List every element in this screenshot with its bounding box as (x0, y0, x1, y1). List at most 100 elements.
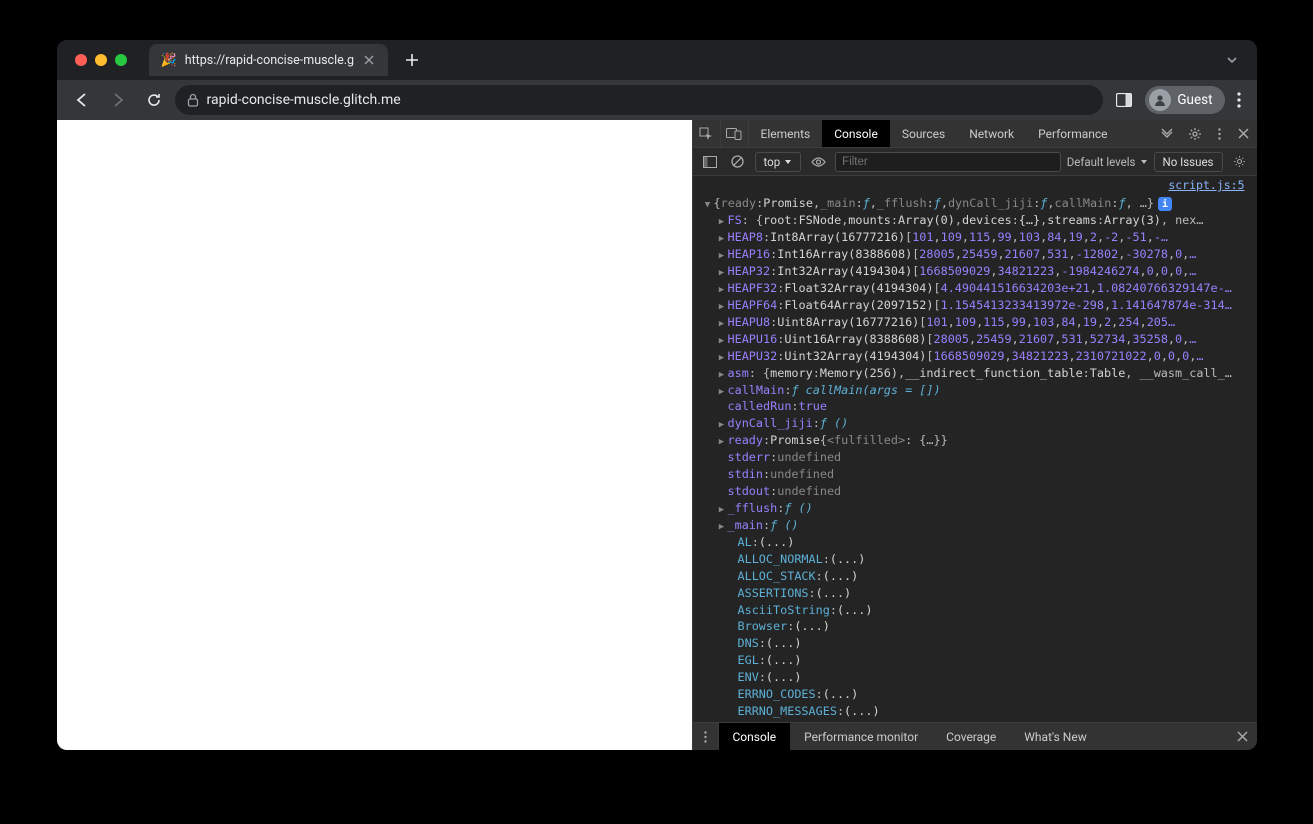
browser-toolbar: rapid-concise-muscle.glitch.me Guest (57, 80, 1257, 120)
issues-button[interactable]: No Issues (1154, 152, 1223, 172)
window-minimize[interactable] (95, 54, 107, 66)
side-panel-button[interactable] (1109, 85, 1139, 115)
disclosure-icon[interactable] (717, 230, 727, 246)
drawer-tab-perfmon[interactable]: Performance monitor (790, 723, 932, 750)
prop-ERRNO_MESSAGES[interactable]: ERRNO_MESSAGES: (...) (699, 704, 1257, 721)
tab-network[interactable]: Network (957, 120, 1026, 147)
prop-HEAP32[interactable]: HEAP32: Int32Array(4194304) [1668509029,… (699, 264, 1257, 281)
prop-stdout[interactable]: stdout: undefined (699, 484, 1257, 501)
drawer-menu-button[interactable] (693, 723, 719, 750)
prop-HEAPU32[interactable]: HEAPU32: Uint32Array(4194304) [166850902… (699, 348, 1257, 365)
prop-Browser[interactable]: Browser: (...) (699, 619, 1257, 636)
drawer-close-button[interactable] (1229, 723, 1257, 750)
object-summary[interactable]: {ready: Promise, _main: ƒ, _fflush: ƒ, d… (699, 196, 1257, 213)
prop-ready[interactable]: ready: Promise {<fulfilled>: {…}} (699, 433, 1257, 450)
prop-HEAP8[interactable]: HEAP8: Int8Array(16777216) [101, 109, 11… (699, 230, 1257, 247)
tab-performance[interactable]: Performance (1026, 120, 1119, 147)
context-selector[interactable]: top (755, 152, 802, 172)
tab-strip: 🎉 https://rapid-concise-muscle.g (57, 40, 1257, 80)
prop-FS[interactable]: FS: {root: FSNode, mounts: Array(0), dev… (699, 213, 1257, 230)
prop-HEAPF64[interactable]: HEAPF64: Float64Array(2097152) [1.154541… (699, 297, 1257, 314)
filter-input[interactable] (835, 152, 1061, 172)
prop-AsciiToString[interactable]: AsciiToString: (...) (699, 602, 1257, 619)
prop-ERRNO_CODES[interactable]: ERRNO_CODES: (...) (699, 687, 1257, 704)
prop-EGL[interactable]: EGL: (...) (699, 653, 1257, 670)
disclosure-icon[interactable] (717, 433, 727, 449)
tab-elements[interactable]: Elements (749, 120, 823, 147)
prop-asm[interactable]: asm: {memory: Memory(256), __indirect_fu… (699, 365, 1257, 382)
context-label: top (764, 155, 781, 169)
devtools-settings-button[interactable] (1181, 120, 1209, 147)
prop-dynCall_jiji[interactable]: dynCall_jiji: ƒ () (699, 416, 1257, 433)
tab-sources[interactable]: Sources (890, 120, 957, 147)
prop-AL[interactable]: AL: (...) (699, 534, 1257, 551)
prop-calledRun[interactable]: calledRun: true (699, 399, 1257, 416)
disclosure-icon[interactable] (717, 264, 727, 280)
window-zoom[interactable] (115, 54, 127, 66)
browser-tab[interactable]: 🎉 https://rapid-concise-muscle.g (149, 44, 389, 76)
prop-ENV[interactable]: ENV: (...) (699, 670, 1257, 687)
forward-button[interactable] (103, 85, 133, 115)
live-expression-button[interactable] (807, 151, 829, 173)
prop-DNS[interactable]: DNS: (...) (699, 636, 1257, 653)
prop-callMain[interactable]: callMain: ƒ callMain(args = []) (699, 382, 1257, 399)
disclosure-icon[interactable] (717, 315, 727, 331)
prop-_fflush[interactable]: _fflush: ƒ () (699, 501, 1257, 518)
more-tabs-button[interactable] (1153, 120, 1181, 147)
disclosure-icon[interactable] (717, 247, 727, 263)
prop-ASSERTIONS[interactable]: ASSERTIONS: (...) (699, 585, 1257, 602)
disclosure-icon[interactable] (717, 518, 727, 534)
disclosure-icon[interactable] (717, 332, 727, 348)
log-levels-dropdown[interactable]: Default levels (1067, 155, 1148, 169)
drawer-tab-whatsnew[interactable]: What's New (1010, 723, 1100, 750)
address-bar[interactable]: rapid-concise-muscle.glitch.me (175, 85, 1104, 115)
prop-HEAPU16[interactable]: HEAPU16: Uint16Array(8388608) [28005, 25… (699, 331, 1257, 348)
avatar-icon (1149, 89, 1171, 111)
prop-stdin[interactable]: stdin: undefined (699, 467, 1257, 484)
reload-button[interactable] (139, 85, 169, 115)
inspect-element-button[interactable] (693, 120, 721, 147)
favicon-icon: 🎉 (161, 53, 177, 68)
back-button[interactable] (67, 85, 97, 115)
drawer-tab-coverage[interactable]: Coverage (932, 723, 1010, 750)
profile-button[interactable]: Guest (1145, 86, 1224, 114)
new-tab-button[interactable] (398, 46, 426, 74)
tabs-dropdown-button[interactable] (1215, 53, 1249, 67)
disclosure-icon[interactable] (717, 213, 727, 229)
console-output[interactable]: script.js:5 {ready: Promise, _main: ƒ, _… (693, 176, 1257, 722)
disclosure-icon[interactable] (717, 416, 727, 432)
disclosure-icon[interactable] (717, 366, 727, 382)
prop-_main[interactable]: _main: ƒ () (699, 517, 1257, 534)
source-link[interactable]: script.js:5 (1168, 178, 1244, 192)
info-badge-icon: i (1158, 197, 1172, 211)
tab-close-button[interactable] (362, 53, 376, 67)
prop-stderr[interactable]: stderr: undefined (699, 450, 1257, 467)
device-toggle-button[interactable] (721, 120, 749, 147)
devtools-close-button[interactable] (1231, 120, 1257, 147)
page-viewport[interactable] (57, 120, 692, 750)
prop-HEAPF32[interactable]: HEAPF32: Float32Array(4194304) [4.490441… (699, 281, 1257, 298)
console-sidebar-toggle[interactable] (699, 151, 721, 173)
browser-menu-button[interactable] (1231, 92, 1247, 108)
disclosure-icon[interactable] (703, 196, 713, 212)
disclosure-icon[interactable] (717, 298, 727, 314)
disclosure-icon[interactable] (717, 501, 727, 517)
window-close[interactable] (75, 54, 87, 66)
clear-console-button[interactable] (727, 151, 749, 173)
disclosure-icon[interactable] (717, 281, 727, 297)
profile-label: Guest (1177, 92, 1212, 108)
browser-window: 🎉 https://rapid-concise-muscle.g (57, 40, 1257, 750)
devtools-panel: Elements Console Sources Network Perform… (692, 120, 1257, 750)
prop-ALLOC_STACK[interactable]: ALLOC_STACK: (...) (699, 568, 1257, 585)
prop-ExceptionInfo[interactable]: ExceptionInfo: (...) (699, 721, 1257, 723)
console-settings-button[interactable] (1229, 151, 1251, 173)
tab-console[interactable]: Console (822, 120, 890, 147)
drawer-tab-console[interactable]: Console (719, 723, 791, 750)
disclosure-icon[interactable] (717, 349, 727, 365)
prop-HEAP16[interactable]: HEAP16: Int16Array(8388608) [28005, 2545… (699, 247, 1257, 264)
devtools-menu-button[interactable] (1209, 120, 1231, 147)
disclosure-icon[interactable] (717, 383, 727, 399)
tab-title: https://rapid-concise-muscle.g (185, 53, 354, 68)
prop-ALLOC_NORMAL[interactable]: ALLOC_NORMAL: (...) (699, 551, 1257, 568)
prop-HEAPU8[interactable]: HEAPU8: Uint8Array(16777216) [101, 109, … (699, 314, 1257, 331)
